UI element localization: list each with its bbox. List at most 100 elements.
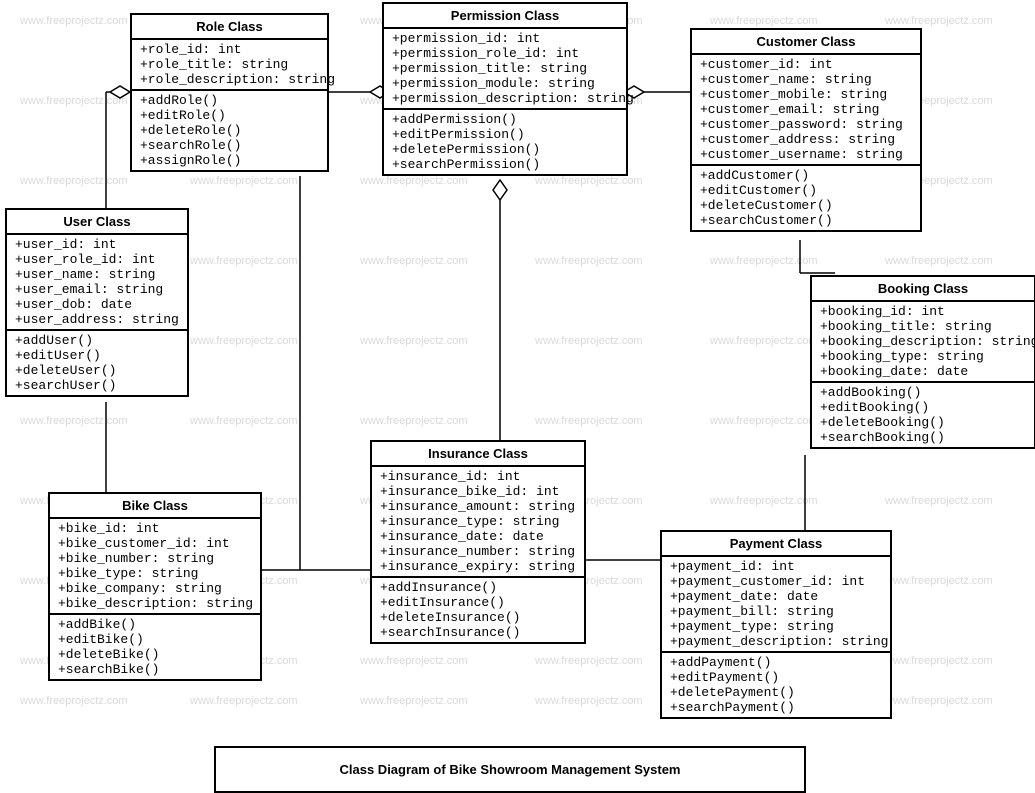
methods: +addPermission()+editPermission()+delete… <box>384 108 626 174</box>
uml-line: +editPayment() <box>670 670 882 685</box>
watermark-text: www.freeprojectz.com <box>360 255 468 267</box>
watermark-text: www.freeprojectz.com <box>190 415 298 427</box>
watermark-text: www.freeprojectz.com <box>20 695 128 707</box>
methods: +addUser()+editUser()+deleteUser()+searc… <box>7 329 187 395</box>
watermark-text: www.freeprojectz.com <box>360 175 468 187</box>
class-user: User Class +user_id: int+user_role_id: i… <box>5 208 189 397</box>
uml-line: +assignRole() <box>140 153 319 168</box>
uml-line: +user_name: string <box>15 267 179 282</box>
attributes: +permission_id: int+permission_role_id: … <box>384 29 626 108</box>
attributes: +payment_id: int+payment_customer_id: in… <box>662 557 890 651</box>
uml-line: +bike_company: string <box>58 581 252 596</box>
class-title: Bike Class <box>50 494 260 519</box>
watermark-text: www.freeprojectz.com <box>535 655 643 667</box>
uml-line: +booking_type: string <box>820 349 1026 364</box>
uml-line: +deleteBike() <box>58 647 252 662</box>
uml-line: +user_id: int <box>15 237 179 252</box>
uml-line: +bike_customer_id: int <box>58 536 252 551</box>
uml-line: +bike_type: string <box>58 566 252 581</box>
uml-line: +searchBike() <box>58 662 252 677</box>
uml-line: +addCustomer() <box>700 168 912 183</box>
uml-line: +permission_role_id: int <box>392 46 618 61</box>
uml-line: +booking_title: string <box>820 319 1026 334</box>
uml-line: +bike_id: int <box>58 521 252 536</box>
uml-line: +deletePayment() <box>670 685 882 700</box>
attributes: +booking_id: int+booking_title: string +b… <box>812 302 1034 381</box>
uml-line: +editRole() <box>140 108 319 123</box>
uml-line: +permission_title: string <box>392 61 618 76</box>
watermark-text: www.freeprojectz.com <box>535 695 643 707</box>
uml-line: +editUser() <box>15 348 179 363</box>
uml-line: +editPermission() <box>392 127 618 142</box>
uml-line: +addUser() <box>15 333 179 348</box>
uml-line: +addRole() <box>140 93 319 108</box>
watermark-text: www.freeprojectz.com <box>360 695 468 707</box>
attributes: +customer_id: int+customer_name: string+… <box>692 55 920 164</box>
watermark-text: www.freeprojectz.com <box>535 175 643 187</box>
uml-line: +editBooking() <box>820 400 1026 415</box>
watermark-text: www.freeprojectz.com <box>20 415 128 427</box>
uml-line: +user_address: string <box>15 312 179 327</box>
uml-line: +searchRole() <box>140 138 319 153</box>
uml-line: +insurance_expiry: string <box>380 559 576 574</box>
class-title: Customer Class <box>692 30 920 55</box>
watermark-text: www.freeprojectz.com <box>20 15 128 27</box>
watermark-text: www.freeprojectz.com <box>885 495 993 507</box>
uml-line: +permission_module: string <box>392 76 618 91</box>
uml-line: +insurance_date: date <box>380 529 576 544</box>
uml-line: +customer_password: string <box>700 117 912 132</box>
class-title: Permission Class <box>384 4 626 29</box>
uml-line: +user_dob: date <box>15 297 179 312</box>
watermark-text: www.freeprojectz.com <box>710 255 818 267</box>
uml-line: +payment_bill: string <box>670 604 882 619</box>
watermark-text: www.freeprojectz.com <box>190 255 298 267</box>
diagram-title-text: Class Diagram of Bike Showroom Managemen… <box>340 762 681 777</box>
uml-line: +addBike() <box>58 617 252 632</box>
uml-line: +searchPayment() <box>670 700 882 715</box>
uml-line: +addBooking() <box>820 385 1026 400</box>
uml-line: +editCustomer() <box>700 183 912 198</box>
uml-line: +insurance_amount: string <box>380 499 576 514</box>
uml-line: +payment_id: int <box>670 559 882 574</box>
uml-line: +customer_username: string <box>700 147 912 162</box>
attributes: +insurance_id: int+insurance_bike_id: in… <box>372 467 584 576</box>
uml-line: +booking_id: int <box>820 304 1026 319</box>
watermark-text: www.freeprojectz.com <box>190 175 298 187</box>
uml-line: +customer_id: int <box>700 57 912 72</box>
uml-line: +payment_type: string <box>670 619 882 634</box>
uml-line: +customer_address: string <box>700 132 912 147</box>
uml-line: +deleteRole() <box>140 123 319 138</box>
watermark-text: www.freeprojectz.com <box>535 335 643 347</box>
uml-line: +addInsurance() <box>380 580 576 595</box>
uml-line: +role_title: string <box>140 57 319 72</box>
uml-line: +deleteInsurance() <box>380 610 576 625</box>
methods: +addPayment()+editPayment()+deletePaymen… <box>662 651 890 717</box>
watermark-text: www.freeprojectz.com <box>710 335 818 347</box>
methods: +addCustomer()+editCustomer()+deleteCust… <box>692 164 920 230</box>
uml-line: +user_role_id: int <box>15 252 179 267</box>
class-booking: Booking Class +booking_id: int+booking_t… <box>810 275 1035 449</box>
class-title: Role Class <box>132 15 327 40</box>
watermark-text: www.freeprojectz.com <box>360 655 468 667</box>
class-permission: Permission Class +permission_id: int+per… <box>382 2 628 176</box>
uml-line: +payment_customer_id: int <box>670 574 882 589</box>
watermark-text: www.freeprojectz.com <box>190 695 298 707</box>
uml-line: +searchPermission() <box>392 157 618 172</box>
uml-line: +editInsurance() <box>380 595 576 610</box>
watermark-text: www.freeprojectz.com <box>535 415 643 427</box>
uml-line: +customer_mobile: string <box>700 87 912 102</box>
class-title: User Class <box>7 210 187 235</box>
class-title: Payment Class <box>662 532 890 557</box>
class-title: Insurance Class <box>372 442 584 467</box>
uml-line: +insurance_number: string <box>380 544 576 559</box>
uml-line: +customer_email: string <box>700 102 912 117</box>
class-payment: Payment Class +payment_id: int+payment_c… <box>660 530 892 719</box>
watermark-text: www.freeprojectz.com <box>885 575 993 587</box>
attributes: +user_id: int+user_role_id: int+user_nam… <box>7 235 187 329</box>
uml-line: +permission_description: string <box>392 91 618 106</box>
uml-line: +booking_date: date <box>820 364 1026 379</box>
uml-line: +searchBooking() <box>820 430 1026 445</box>
uml-line: +deletePermission() <box>392 142 618 157</box>
class-title: Booking Class <box>812 277 1034 302</box>
watermark-text: www.freeprojectz.com <box>190 335 298 347</box>
